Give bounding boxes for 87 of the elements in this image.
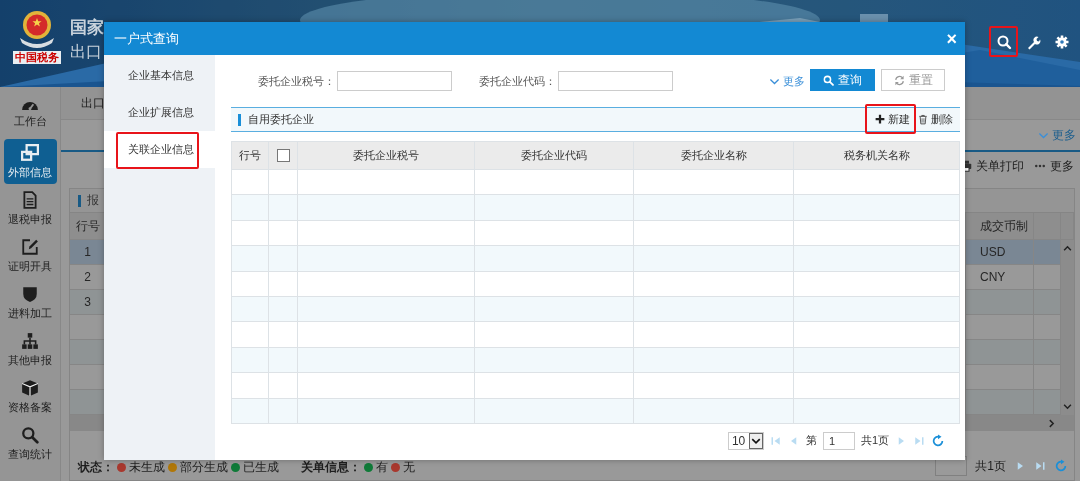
hierarchy-icon xyxy=(21,331,39,350)
search-icon xyxy=(21,425,39,444)
sidebar-item[interactable]: 进料加工 xyxy=(3,280,57,325)
legend-label: 有 xyxy=(376,459,388,476)
edit-icon xyxy=(21,237,39,256)
shield-icon xyxy=(21,284,39,303)
sidebar-item[interactable]: 退税申报 xyxy=(3,186,57,231)
column-header: 委托企业代码 xyxy=(475,142,634,170)
legend-label: 已生成 xyxy=(243,459,279,476)
table-cell xyxy=(966,290,1034,315)
gauge-icon xyxy=(21,100,39,111)
column-header: 委托企业名称 xyxy=(634,142,794,170)
chevron-down-icon xyxy=(1063,402,1072,411)
legend-label: 无 xyxy=(403,459,415,476)
search-icon xyxy=(823,74,834,86)
legend-title: 关单信息： xyxy=(301,459,361,476)
document-icon xyxy=(21,190,39,209)
legend-title: 状态： xyxy=(78,459,114,476)
chevron-down-icon xyxy=(1038,130,1049,141)
nav-item[interactable]: 关联企业信息 xyxy=(104,131,215,168)
cube-icon xyxy=(21,378,39,397)
table-cell xyxy=(1034,265,1061,290)
table-cell xyxy=(966,340,1034,365)
checkbox[interactable] xyxy=(276,149,290,162)
scrollbar[interactable] xyxy=(1061,240,1074,415)
table-cell xyxy=(269,373,298,399)
table-cell xyxy=(1034,240,1061,265)
table-cell xyxy=(269,347,298,374)
panel-title: 报 xyxy=(87,192,99,209)
column-header: 成交币制 xyxy=(966,213,1034,240)
table-cell xyxy=(269,398,298,424)
page-total: 共1页 xyxy=(975,457,1006,475)
input-field[interactable] xyxy=(558,71,673,91)
table-cell xyxy=(269,296,298,323)
table-cell xyxy=(269,246,298,272)
section-title: 自用委托企业 xyxy=(248,112,314,127)
table-cell: 3 xyxy=(70,290,106,315)
table-cell xyxy=(966,315,1034,340)
page-total: 共1页 xyxy=(860,433,889,449)
chevron-right-icon xyxy=(1047,418,1056,428)
search-icon[interactable] xyxy=(995,33,1012,50)
table-cell: CNY xyxy=(966,265,1034,290)
table-cell: 1 xyxy=(70,240,106,265)
legend-label: 未生成 xyxy=(129,459,165,476)
more-link[interactable]: 更多 xyxy=(769,71,805,91)
table-cell xyxy=(269,271,298,297)
column-header: 委托企业税号 xyxy=(298,142,475,170)
table-cell: USD xyxy=(966,240,1034,265)
legend-label: 部分生成 xyxy=(180,459,228,476)
app-subtitle: 出口 xyxy=(70,42,103,62)
sidebar-item[interactable]: 其他申报 xyxy=(3,327,57,372)
field-label: 委托企业税号： xyxy=(258,74,335,89)
page-tab[interactable]: 出口 xyxy=(81,94,105,112)
app-title: 国家 xyxy=(70,17,104,39)
windows-icon xyxy=(21,143,39,162)
refresh-icon xyxy=(893,74,905,86)
nav-item[interactable]: 企业扩展信息 xyxy=(104,94,215,131)
table-cell xyxy=(269,195,298,221)
nav-item[interactable]: 企业基本信息 xyxy=(104,57,215,94)
sidebar-item[interactable]: 外部信息 xyxy=(3,139,57,184)
column-header: 行号 xyxy=(232,142,269,170)
refresh-icon[interactable] xyxy=(931,433,945,448)
column-header: 行号 xyxy=(70,213,106,240)
page-number-field[interactable]: 1 xyxy=(822,431,855,450)
more-button[interactable]: 更多 xyxy=(1034,157,1074,175)
page-label: 第 xyxy=(805,433,817,449)
search-button[interactable]: 查询 xyxy=(810,69,875,91)
chevron-up-icon xyxy=(1063,244,1072,253)
trash-icon xyxy=(918,114,928,125)
settings-icon[interactable] xyxy=(1053,33,1070,50)
logo-text: 中国税务 xyxy=(13,51,61,64)
page-size-select[interactable]: 10 xyxy=(727,431,764,450)
sidebar-item[interactable]: 资格备案 xyxy=(3,374,57,419)
input-field[interactable] xyxy=(337,71,452,91)
sidebar-item[interactable]: 工作台 xyxy=(3,92,57,137)
plus-icon xyxy=(875,114,885,124)
add-button[interactable]: 新建 xyxy=(865,103,916,134)
field-label: 委托企业代码： xyxy=(479,74,556,89)
reset-button[interactable]: 重置 xyxy=(881,69,945,91)
table-cell xyxy=(269,322,298,348)
delete-button[interactable]: 删除 xyxy=(918,112,953,127)
column-header: 税务机关名称 xyxy=(794,142,960,170)
table-cell xyxy=(966,365,1034,390)
sidebar-item[interactable]: 查询统计 xyxy=(3,421,57,466)
close-button[interactable]: × xyxy=(946,29,957,48)
sidebar-item[interactable]: 证明开具 xyxy=(3,233,57,278)
dialog-title: 一户式查询 xyxy=(114,29,179,48)
